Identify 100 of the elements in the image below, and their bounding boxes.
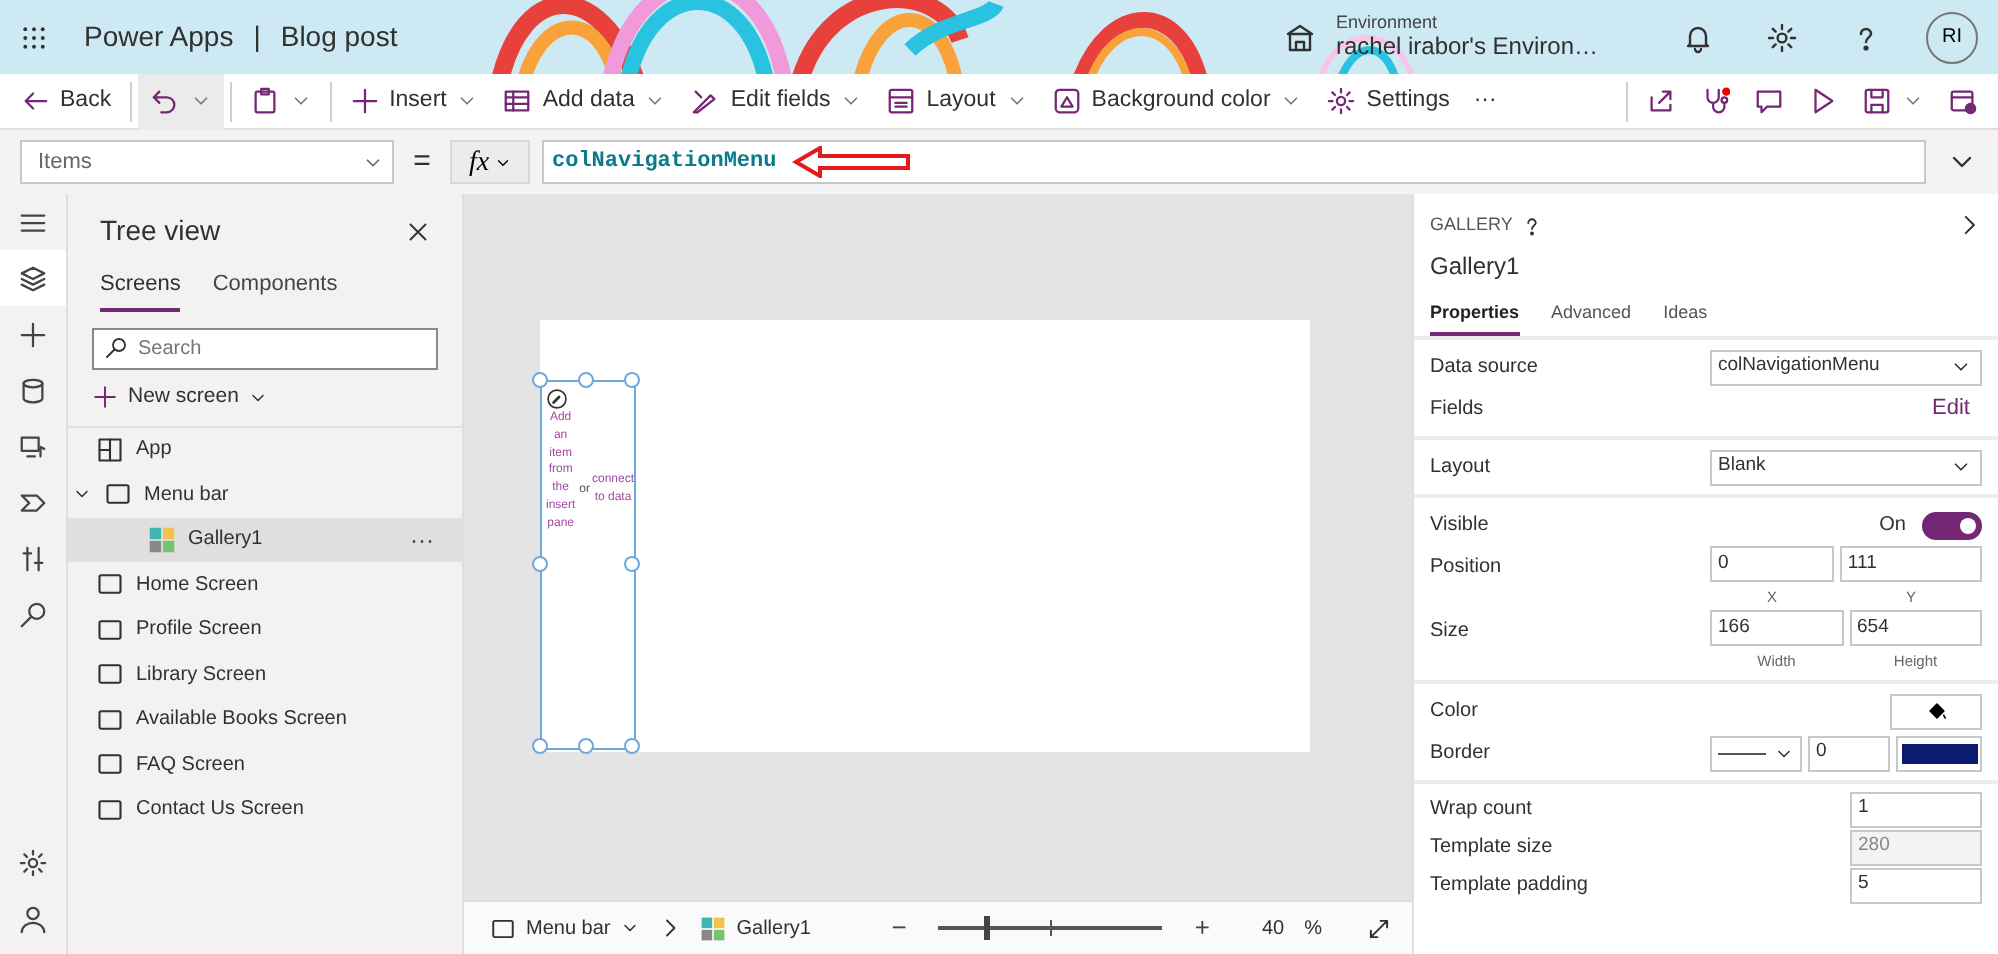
notifications-icon [1682,21,1714,53]
formula-field[interactable]: colNavigationMenu [542,140,1926,184]
toolbar-button[interactable]: Add data [490,73,679,129]
new-screen-button[interactable]: New screen [68,377,462,417]
tree-item[interactable]: App [68,427,462,472]
tree-item[interactable]: Home Screen [68,562,462,607]
play-icon [1808,86,1838,116]
toolbar-button[interactable]: Back [8,73,124,129]
screen-icon [96,705,124,734]
dropdown[interactable]: Blank [1710,449,1982,485]
app-name: Power Apps [84,18,234,56]
tab[interactable]: Components [212,268,338,311]
plus-icon [349,86,380,116]
gallery-icon [148,525,176,554]
save-icon [1862,86,1892,116]
tab[interactable]: Properties [1430,299,1520,336]
toggle-switch[interactable] [1922,511,1982,539]
property-label: Layout [1430,454,1491,482]
screen-icon [96,570,124,599]
building-icon [1283,21,1316,53]
property-label: Template size [1430,834,1553,862]
toolbar-button[interactable]: Edit fields [678,73,875,129]
zoom-out-button[interactable]: − [883,908,915,948]
border-style-dropdown[interactable] [1710,735,1802,771]
resize-handle[interactable] [624,372,640,388]
tree-item[interactable]: FAQ Screen [68,742,462,787]
property-label: Visible [1430,512,1489,540]
resize-handle[interactable] [532,555,548,571]
resize-handle[interactable] [532,372,548,388]
input-field[interactable]: 0 [1710,546,1834,582]
database-icon [18,375,48,405]
property-label: Position [1430,554,1502,582]
zoom-slider[interactable] [938,914,1163,942]
property-label: Data source [1430,354,1538,382]
toolbar-button[interactable]: Background color [1039,73,1315,129]
function-button[interactable]: fx [450,140,530,184]
edit-icon [546,388,568,410]
resize-handle[interactable] [624,738,640,754]
toolbar-button[interactable]: ··· [1461,73,1509,129]
tab[interactable]: Ideas [1663,299,1708,336]
input-field[interactable]: 1 [1850,791,1982,827]
resize-handle[interactable] [624,555,640,571]
input-field[interactable]: 111 [1839,546,1982,582]
tree-item[interactable]: Contact Us Screen [68,787,462,832]
app-icon [96,435,124,464]
color-picker[interactable] [1890,693,1982,729]
panel-title: Tree view [100,212,221,250]
environment-name[interactable]: rachel irabor's Environ… [1335,31,1598,61]
toggle-label: On [1879,512,1906,540]
tree-item[interactable]: Gallery1 ··· [68,517,462,562]
resize-handle[interactable] [578,372,594,388]
document-name: Blog post [280,18,398,56]
resize-handle[interactable] [578,738,594,754]
input-field[interactable]: 0 [1808,735,1890,771]
back-arrow-icon [20,86,50,116]
close-button[interactable] [406,219,430,243]
breadcrumb[interactable]: Menu bar [484,913,647,943]
paint-bucket-icon [1925,700,1947,722]
slider-thumb[interactable] [983,916,990,940]
tree-item[interactable]: Library Screen [68,652,462,697]
property-dropdown[interactable]: Items [20,140,394,184]
comment-icon [1754,86,1784,116]
input-field[interactable]: 166 [1710,610,1843,646]
property-label: Wrap count [1430,796,1532,824]
color-picker[interactable] [1896,735,1982,771]
tree-item[interactable]: Profile Screen [68,607,462,652]
edit-link[interactable]: Edit [1932,392,1982,426]
dropdown[interactable]: colNavigationMenu [1710,349,1982,385]
toolbar-button[interactable]: Insert [337,73,491,129]
tree-item[interactable]: Available Books Screen [68,697,462,742]
notifications-button[interactable] [1682,21,1714,53]
screen-icon [104,480,132,509]
search-field[interactable]: Search [92,327,438,369]
breadcrumb[interactable]: Gallery1 [694,913,817,943]
resize-handle[interactable] [532,738,548,754]
zoom-unit: % [1304,915,1322,943]
search-icon [104,335,128,359]
property-label: Template padding [1430,872,1588,900]
annotation-arrow [792,146,913,178]
toolbar-button[interactable]: Layout [874,73,1040,129]
settings-button[interactable] [1766,21,1798,53]
more-button[interactable]: ··· [410,521,434,558]
avatar[interactable]: RI [1926,11,1978,63]
tree-item[interactable]: Menu bar [68,472,462,517]
toolbar-button[interactable]: Settings [1314,73,1462,129]
expand-icon [1366,915,1392,941]
image-icon [1051,86,1082,116]
undo-button[interactable] [137,73,224,129]
tab[interactable]: Screens [100,268,181,311]
clipboard-icon [249,86,280,116]
line-style-icon [1718,749,1766,757]
input-field[interactable]: 5 [1850,867,1982,903]
layers-button[interactable] [0,250,66,306]
app-launcher-button[interactable] [20,23,48,51]
zoom-in-button[interactable]: + [1186,908,1218,948]
tab[interactable]: Advanced [1551,299,1632,336]
gallery-icon [700,915,727,941]
screen-icon [96,750,124,779]
input-field[interactable]: 654 [1849,610,1982,646]
fullscreen-button[interactable] [1366,915,1392,941]
